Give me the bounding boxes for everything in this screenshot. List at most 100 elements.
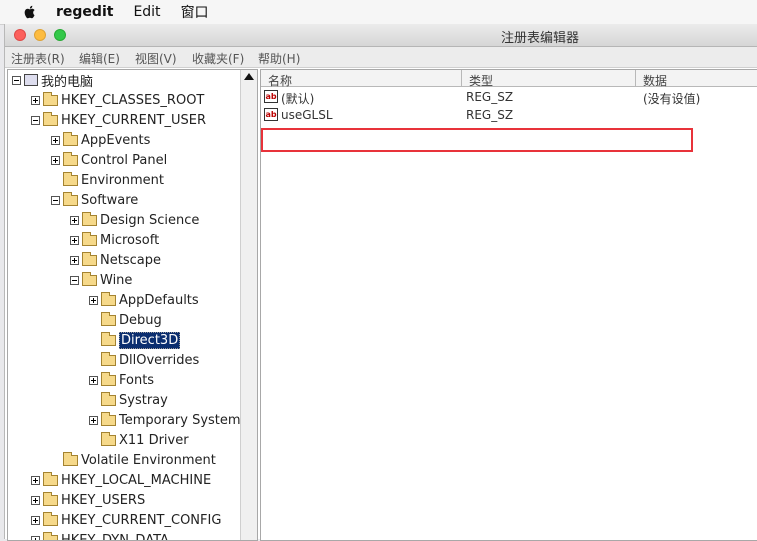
value-name: (默认) (281, 90, 314, 107)
value-name: useGLSL (281, 108, 333, 122)
tree-item-hkey-users[interactable]: HKEY_USERS (31, 491, 145, 509)
tree-item-software[interactable]: Software (51, 191, 138, 209)
tree-label: AppEvents (81, 133, 150, 148)
menu-favorites[interactable]: 收藏夹(F) (192, 50, 244, 67)
folder-icon (82, 235, 97, 246)
folder-icon (101, 355, 116, 366)
tree-item-control-panel[interactable]: Control Panel (51, 151, 167, 169)
column-header-data[interactable]: 数据 (636, 70, 757, 87)
tree-item-fonts[interactable]: Fonts (89, 371, 154, 389)
tree-item-systray[interactable]: Systray (89, 391, 168, 409)
tree-label: Temporary System (119, 413, 241, 428)
tree-item-appdefaults[interactable]: AppDefaults (89, 291, 199, 309)
menu-view[interactable]: 视图(V) (135, 50, 177, 67)
scroll-up-arrow-icon[interactable] (244, 73, 254, 80)
tree-item-wine[interactable]: Wine (70, 271, 132, 289)
tree-item-volatile-environment[interactable]: Volatile Environment (51, 451, 216, 469)
expand-icon[interactable] (31, 496, 40, 505)
minimize-button[interactable] (34, 29, 46, 41)
folder-icon (43, 115, 58, 126)
folder-icon (63, 195, 78, 206)
tree-label: HKEY_DYN_DATA (61, 533, 169, 541)
expand-icon[interactable] (89, 376, 98, 385)
tree-label: Control Panel (81, 153, 167, 168)
zoom-button[interactable] (54, 29, 66, 41)
tree-label: Fonts (119, 373, 154, 388)
expand-icon[interactable] (31, 476, 40, 485)
expand-icon[interactable] (70, 236, 79, 245)
tree-item-temporary-system[interactable]: Temporary System (89, 411, 241, 429)
folder-icon (101, 395, 116, 406)
tree-label: HKEY_USERS (61, 493, 145, 508)
folder-icon (43, 95, 58, 106)
tree-item-microsoft[interactable]: Microsoft (70, 231, 159, 249)
folder-icon (82, 275, 97, 286)
tree-item-x11-driver[interactable]: X11 Driver (89, 431, 189, 449)
tree-item-hkey-current-user[interactable]: HKEY_CURRENT_USER (31, 111, 206, 129)
value-data: (没有设值) (643, 90, 700, 107)
tree-label: Volatile Environment (81, 453, 216, 468)
column-header-name[interactable]: 名称 (261, 70, 462, 87)
menu-registry[interactable]: 注册表(R) (11, 50, 65, 67)
folder-icon (101, 335, 116, 346)
column-header-type[interactable]: 类型 (462, 70, 636, 87)
expand-icon[interactable] (31, 516, 40, 525)
folder-icon (43, 495, 58, 506)
tree-label: 我的电脑 (41, 71, 93, 90)
tree-item-netscape[interactable]: Netscape (70, 251, 161, 269)
expand-icon[interactable] (70, 216, 79, 225)
folder-icon (63, 455, 78, 466)
value-type: REG_SZ (466, 108, 513, 122)
apple-icon[interactable] (22, 4, 38, 20)
folder-icon (101, 435, 116, 446)
tree-item-design-science[interactable]: Design Science (70, 211, 199, 229)
registry-tree[interactable]: 我的电脑 HKEY_CLASSES_ROOT HKEY_CURRENT_USER… (7, 69, 258, 541)
tree-label: X11 Driver (119, 433, 189, 448)
tree-label: Netscape (100, 253, 161, 268)
tree-label: Software (81, 193, 138, 208)
expand-icon[interactable] (31, 96, 40, 105)
value-type: REG_SZ (466, 90, 513, 104)
expand-icon[interactable] (51, 156, 60, 165)
collapse-icon[interactable] (70, 276, 79, 285)
folder-icon (63, 175, 78, 186)
expand-icon[interactable] (89, 296, 98, 305)
menubar-edit[interactable]: Edit (133, 4, 160, 20)
expand-icon[interactable] (70, 256, 79, 265)
menubar-app-name[interactable]: regedit (56, 4, 113, 20)
menubar-window[interactable]: 窗口 (181, 2, 209, 22)
tree-item-appevents[interactable]: AppEvents (51, 131, 150, 149)
tree-item-direct3d[interactable]: Direct3D (89, 331, 180, 349)
titlebar[interactable]: 注册表编辑器 (5, 24, 757, 47)
tree-scrollbar[interactable] (240, 70, 257, 540)
tree-item-hkey-local-machine[interactable]: HKEY_LOCAL_MACHINE (31, 471, 211, 489)
tree-root[interactable]: 我的电脑 (12, 71, 93, 89)
list-row[interactable]: ab (默认) REG_SZ (没有设值) (261, 88, 757, 105)
expand-icon[interactable] (51, 136, 60, 145)
tree-item-dlloverrides[interactable]: DllOverrides (89, 351, 199, 369)
tree-item-hkey-dyn-data[interactable]: HKEY_DYN_DATA (31, 531, 169, 541)
window-title: 注册表编辑器 (455, 27, 625, 46)
expand-icon[interactable] (31, 536, 40, 541)
tree-label-selected: Direct3D (119, 332, 180, 349)
tree-item-environment[interactable]: Environment (51, 171, 164, 189)
list-row[interactable]: ab useGLSL REG_SZ (261, 106, 757, 123)
collapse-icon[interactable] (12, 76, 21, 85)
tree-label: AppDefaults (119, 293, 199, 308)
collapse-icon[interactable] (31, 116, 40, 125)
expand-icon[interactable] (89, 416, 98, 425)
collapse-icon[interactable] (51, 196, 60, 205)
tree-label: Debug (119, 313, 162, 328)
tree-label: HKEY_CLASSES_ROOT (61, 93, 204, 108)
tree-item-debug[interactable]: Debug (89, 311, 162, 329)
tree-label: DllOverrides (119, 353, 199, 368)
folder-icon (63, 135, 78, 146)
folder-icon (63, 155, 78, 166)
tree-item-hkey-current-config[interactable]: HKEY_CURRENT_CONFIG (31, 511, 221, 529)
annotation-highlight-box (261, 128, 693, 152)
menu-help[interactable]: 帮助(H) (258, 50, 300, 67)
folder-icon (43, 535, 58, 541)
close-button[interactable] (14, 29, 26, 41)
menu-edit[interactable]: 编辑(E) (79, 50, 120, 67)
tree-item-hkey-classes-root[interactable]: HKEY_CLASSES_ROOT (31, 91, 204, 109)
